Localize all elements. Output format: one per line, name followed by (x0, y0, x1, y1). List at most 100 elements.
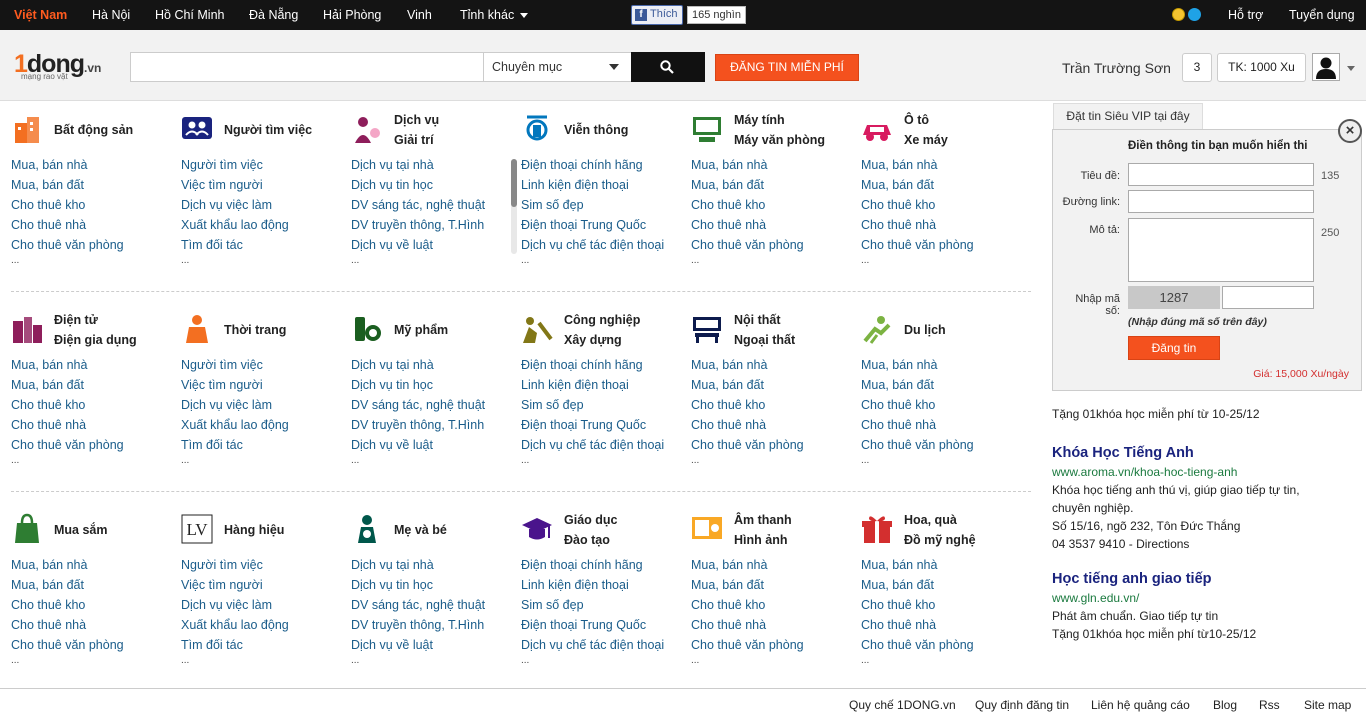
category-link[interactable]: Dịch vụ việc làm (181, 595, 289, 615)
category-subtitle[interactable]: Máy văn phòng (734, 130, 825, 150)
category-link[interactable]: Tìm đối tác (181, 635, 289, 655)
category-link[interactable]: Dịch vụ việc làm (181, 195, 289, 215)
category-link[interactable]: Cho thuê kho (11, 395, 124, 415)
category-link[interactable]: Cho thuê nhà (691, 415, 804, 435)
category-link[interactable]: DV sáng tác, nghệ thuật (351, 395, 485, 415)
category-link[interactable]: Cho thuê kho (861, 595, 974, 615)
facebook-like-button[interactable]: f Thích (631, 5, 683, 25)
category-link[interactable]: Mua, bán nhà (11, 355, 124, 375)
category-title[interactable]: Mỹ phẩm (394, 320, 448, 340)
category-link[interactable]: Sim số đẹp (521, 595, 664, 615)
category-link[interactable]: Cho thuê kho (691, 595, 804, 615)
category-link[interactable]: DV truyền thông, T.Hình (351, 215, 485, 235)
category-title[interactable]: Âm thanh (734, 510, 792, 530)
more-ellipsis[interactable]: ... (691, 455, 804, 469)
vip-submit-button[interactable]: Đăng tin (1128, 336, 1220, 360)
category-link[interactable]: Dịch vụ về luật (351, 235, 485, 255)
category-subtitle[interactable]: Hình ảnh (734, 530, 787, 550)
category-link[interactable]: Mua, bán đất (691, 375, 804, 395)
category-link[interactable]: Mua, bán nhà (11, 155, 124, 175)
category-title[interactable]: Viễn thông (564, 120, 628, 140)
category-link[interactable]: Cho thuê nhà (11, 215, 124, 235)
category-title[interactable]: Du lịch (904, 320, 946, 340)
ad-url[interactable]: www.aroma.vn/khoa-hoc-tieng-anh (1052, 463, 1352, 481)
more-ellipsis[interactable]: ... (11, 255, 124, 269)
category-link[interactable]: Sim số đẹp (521, 195, 664, 215)
ad-url[interactable]: www.gln.edu.vn/ (1052, 589, 1352, 607)
entertainment-icon[interactable] (351, 113, 383, 145)
category-link[interactable]: Dịch vụ chế tác điện thoại (521, 435, 664, 455)
category-link[interactable]: Sim số đẹp (521, 395, 664, 415)
category-link[interactable]: Cho thuê kho (861, 395, 974, 415)
category-link[interactable]: Cho thuê văn phòng (11, 435, 124, 455)
category-link[interactable]: Xuất khẩu lao động (181, 415, 289, 435)
category-link[interactable]: Mua, bán nhà (691, 355, 804, 375)
city-ho-chi-minh[interactable]: Hồ Chí Minh (155, 8, 224, 22)
category-title[interactable]: Điện tử (54, 310, 98, 330)
category-link[interactable]: Dịch vụ việc làm (181, 395, 289, 415)
category-link[interactable]: Cho thuê văn phòng (11, 235, 124, 255)
category-title[interactable]: Người tìm việc (224, 120, 312, 140)
category-link[interactable]: Cho thuê nhà (861, 415, 974, 435)
scrollbar-thumb[interactable] (511, 159, 517, 207)
people-icon[interactable] (181, 113, 213, 145)
ad-title[interactable]: Học tiếng anh giao tiếp (1052, 571, 1352, 587)
category-link[interactable]: Cho thuê văn phòng (691, 635, 804, 655)
category-link[interactable]: Cho thuê văn phòng (861, 635, 974, 655)
avatar-menu-caret-icon[interactable] (1347, 66, 1355, 71)
more-ellipsis[interactable]: ... (351, 255, 485, 269)
city-da-nang[interactable]: Đà Nẵng (249, 8, 298, 22)
category-link[interactable]: Điện thoại Trung Quốc (521, 215, 664, 235)
category-link[interactable]: Linh kiện điện thoại (521, 375, 664, 395)
category-title[interactable]: Hàng hiệu (224, 520, 284, 540)
category-link[interactable]: Cho thuê kho (691, 395, 804, 415)
category-title[interactable]: Giáo dục (564, 510, 617, 530)
city-viet-nam[interactable]: Việt Nam (14, 8, 67, 22)
electronics-icon[interactable] (11, 313, 43, 345)
category-link[interactable]: DV truyền thông, T.Hình (351, 615, 485, 635)
category-link[interactable]: Việc tìm người (181, 575, 289, 595)
category-link[interactable]: Cho thuê kho (11, 595, 124, 615)
more-ellipsis[interactable]: ... (521, 455, 664, 469)
more-ellipsis[interactable]: ... (181, 255, 289, 269)
more-ellipsis[interactable]: ... (351, 455, 485, 469)
category-link[interactable]: Mua, bán nhà (11, 555, 124, 575)
category-link[interactable]: Linh kiện điện thoại (521, 575, 664, 595)
close-icon[interactable]: × (1338, 119, 1362, 143)
more-ellipsis[interactable]: ... (11, 455, 124, 469)
gift-icon[interactable] (861, 513, 893, 545)
category-link[interactable]: Mua, bán đất (11, 375, 124, 395)
site-logo[interactable]: 1dong.vn mạng rao vặt (14, 50, 114, 82)
category-link[interactable]: Cho thuê kho (861, 195, 974, 215)
avatar[interactable] (1312, 53, 1340, 81)
category-title[interactable]: Nội thất (734, 310, 781, 330)
more-ellipsis[interactable]: ... (181, 655, 289, 669)
audio-video-icon[interactable] (691, 513, 723, 545)
category-link[interactable]: Dịch vụ về luật (351, 635, 485, 655)
category-link[interactable]: Cho thuê kho (691, 195, 804, 215)
category-link[interactable]: Dịch vụ tin học (351, 175, 485, 195)
category-link[interactable]: Dịch vụ tin học (351, 375, 485, 395)
category-link[interactable]: Mua, bán nhà (691, 155, 804, 175)
jobs-link[interactable]: Tuyển dụng (1289, 8, 1355, 22)
category-title[interactable]: Dịch vụ (394, 110, 439, 130)
category-link[interactable]: Điện thoại chính hãng (521, 355, 664, 375)
category-title[interactable]: Ô tô (904, 110, 929, 130)
brand-icon[interactable]: LV (181, 513, 213, 545)
category-title[interactable]: Hoa, quà (904, 510, 957, 530)
category-link[interactable]: Mua, bán nhà (861, 155, 974, 175)
category-link[interactable]: Mua, bán đất (11, 575, 124, 595)
fashion-icon[interactable] (181, 313, 213, 345)
more-ellipsis[interactable]: ... (861, 455, 974, 469)
category-link[interactable]: Dịch vụ về luật (351, 435, 485, 455)
building-icon[interactable] (11, 113, 43, 145)
user-name[interactable]: Trần Trường Sơn (1062, 60, 1171, 76)
category-link[interactable]: Điện thoại chính hãng (521, 555, 664, 575)
more-ellipsis[interactable]: ... (521, 255, 664, 269)
notification-count[interactable]: 3 (1182, 53, 1212, 82)
category-link[interactable]: Mua, bán nhà (861, 555, 974, 575)
category-subtitle[interactable]: Đào tạo (564, 530, 610, 550)
category-link[interactable]: Cho thuê nhà (691, 615, 804, 635)
category-subtitle[interactable]: Xây dựng (564, 330, 622, 350)
more-ellipsis[interactable]: ... (861, 255, 974, 269)
